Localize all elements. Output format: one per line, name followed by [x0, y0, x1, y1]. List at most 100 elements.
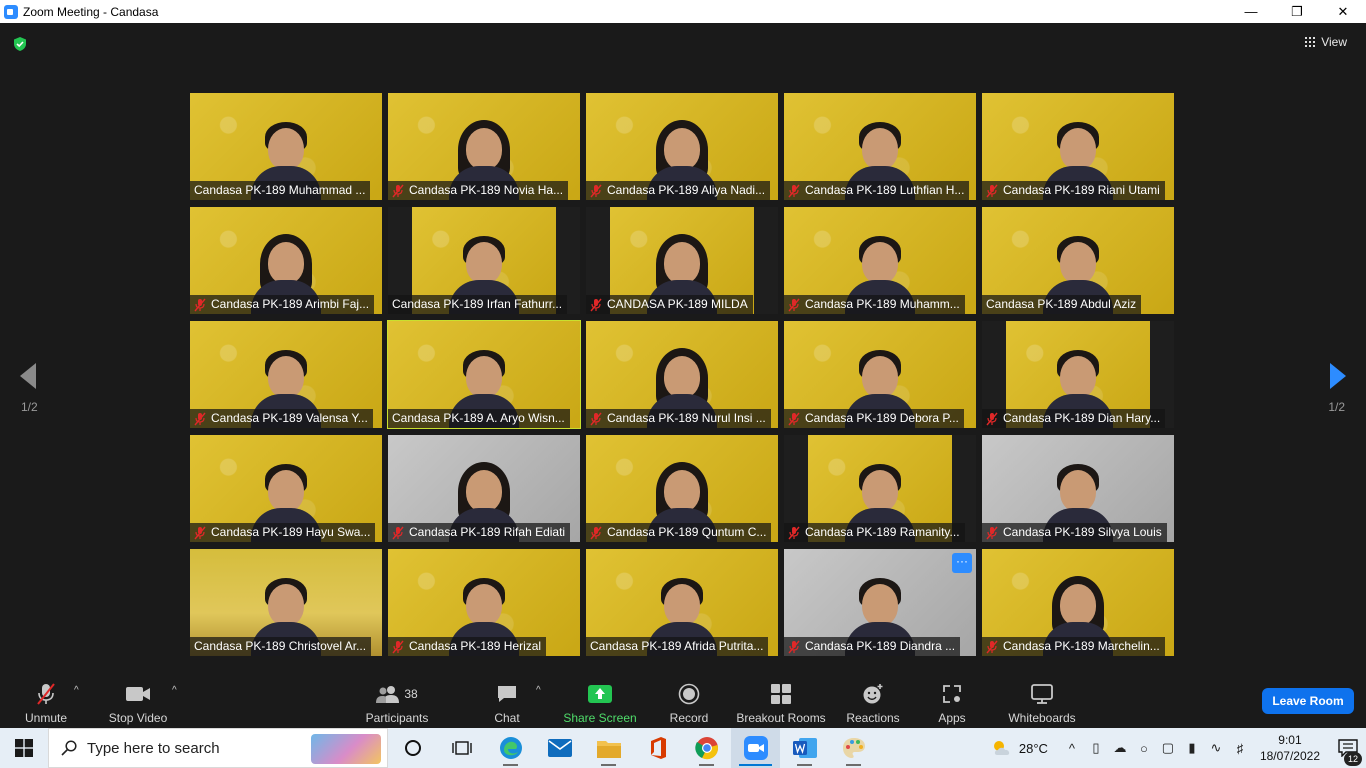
- close-button[interactable]: ✕: [1320, 0, 1366, 23]
- previous-page-arrow-icon[interactable]: [18, 361, 38, 391]
- show-hidden-icons-chevron-icon[interactable]: ^: [1060, 741, 1084, 756]
- microphone-tray-icon[interactable]: ○: [1132, 741, 1156, 756]
- participant-video-tile[interactable]: Candasa PK-189 A. Aryo Wisn...: [387, 320, 581, 429]
- participants-icon: [376, 686, 400, 703]
- participants-button[interactable]: 38 Participants: [366, 671, 428, 728]
- participant-name: Candasa PK-189 Dian Hary...: [1003, 411, 1161, 425]
- windows-taskbar: Type here to search 28°C ^ ▯ ☁ ○ ▢ ▮ ∿ ♯…: [0, 728, 1366, 768]
- participant-video-tile[interactable]: Candasa PK-189 Arimbi Faj...: [190, 207, 382, 314]
- participant-video-tile[interactable]: Candasa PK-189 Afrida Putrita...: [586, 549, 778, 656]
- view-button[interactable]: View: [1305, 35, 1347, 49]
- chat-label: Chat: [494, 711, 520, 725]
- restore-button[interactable]: ❐: [1274, 0, 1320, 23]
- volume-speaker-icon[interactable]: ♯: [1228, 741, 1252, 756]
- muted-mic-icon: [590, 184, 602, 197]
- participant-video-tile[interactable]: Candasa PK-189 Rifah Ediati: [388, 435, 580, 542]
- muted-mic-icon: [194, 412, 206, 425]
- zoom-taskbar-app[interactable]: [731, 728, 780, 768]
- participant-name: Candasa PK-189 Valensa Y...: [211, 411, 368, 425]
- notification-center-button[interactable]: 12: [1330, 739, 1366, 766]
- video-options-caret[interactable]: ^: [172, 685, 177, 696]
- chrome-taskbar-app[interactable]: [682, 728, 731, 768]
- windows-logo-icon: [15, 739, 33, 757]
- task-view-button[interactable]: [437, 728, 486, 768]
- participant-name-bar: Candasa PK-189 Muhammad ...: [190, 181, 371, 200]
- participant-video-tile[interactable]: Candasa PK-189 Christovel Ar...: [190, 549, 382, 656]
- security-shield-icon[interactable]: [12, 36, 28, 52]
- audio-options-caret[interactable]: ^: [74, 685, 79, 696]
- participant-count: 38: [404, 687, 418, 701]
- participant-video-tile[interactable]: Candasa PK-189 Riani Utami: [982, 93, 1174, 200]
- participant-video-tile[interactable]: Candasa PK-189 Muhamm...: [784, 207, 976, 314]
- participant-video-tile[interactable]: Candasa PK-189 Irfan Fathurr...: [388, 207, 580, 314]
- participant-name-bar: CANDASA PK-189 MILDA: [586, 295, 753, 314]
- participant-video-tile[interactable]: Candasa PK-189 Nurul Insi ...: [586, 321, 778, 428]
- whiteboards-label: Whiteboards: [1008, 711, 1076, 725]
- chrome-icon: [694, 737, 718, 760]
- chat-options-caret[interactable]: ^: [536, 685, 541, 696]
- video-camera-icon: [126, 687, 150, 701]
- participant-video-tile[interactable]: Candasa PK-189 Dian Hary...: [982, 321, 1174, 428]
- chat-button[interactable]: Chat: [490, 671, 524, 728]
- minimize-button[interactable]: —: [1228, 0, 1274, 23]
- apps-button[interactable]: Apps: [936, 671, 968, 728]
- participant-name-bar: Candasa PK-189 Arimbi Faj...: [190, 295, 375, 314]
- participant-video-tile[interactable]: Candasa PK-189 Aliya Nadi...: [586, 93, 778, 200]
- participant-video-tile[interactable]: Candasa PK-189 Debora P...: [784, 321, 976, 428]
- participant-video-tile[interactable]: Candasa PK-189 Quntum C...: [586, 435, 778, 542]
- stop-video-button[interactable]: Stop Video: [106, 671, 170, 728]
- usb-device-icon[interactable]: ▯: [1084, 740, 1108, 756]
- participant-video-tile[interactable]: CANDASA PK-189 MILDA: [586, 207, 778, 314]
- weather-widget[interactable]: 28°C: [991, 740, 1048, 756]
- unmute-button[interactable]: Unmute: [22, 671, 70, 728]
- participant-name-bar: Candasa PK-189 Debora P...: [784, 409, 964, 428]
- record-button[interactable]: Record: [668, 671, 710, 728]
- participant-video-tile[interactable]: Candasa PK-189 Novia Ha...: [388, 93, 580, 200]
- participant-name-bar: Candasa PK-189 Silvya Louis: [982, 523, 1167, 542]
- next-page-arrow-icon[interactable]: [1328, 361, 1348, 391]
- mail-taskbar-app[interactable]: [535, 728, 584, 768]
- taskbar-search-box[interactable]: Type here to search: [48, 728, 388, 768]
- taskbar-clock[interactable]: 9:01 18/07/2022: [1260, 732, 1320, 764]
- participant-video-tile[interactable]: Candasa PK-189 Silvya Louis: [982, 435, 1174, 542]
- participant-name: Candasa PK-189 Rifah Ediati: [409, 525, 566, 539]
- cortana-button[interactable]: [388, 728, 437, 768]
- battery-icon[interactable]: ▮: [1180, 740, 1204, 756]
- participant-video-tile[interactable]: Candasa PK-189 Valensa Y...: [190, 321, 382, 428]
- word-icon: [792, 738, 817, 758]
- stop-video-label: Stop Video: [108, 711, 168, 725]
- reactions-button[interactable]: Reactions: [846, 671, 900, 728]
- file-explorer-taskbar-app[interactable]: [584, 728, 633, 768]
- participant-video-tile[interactable]: Candasa PK-189 Luthfian H...: [784, 93, 976, 200]
- tile-more-options-button[interactable]: ···: [952, 553, 972, 573]
- participant-video-tile[interactable]: Candasa PK-189 Abdul Aziz: [982, 207, 1174, 314]
- participant-video-tile[interactable]: Candasa PK-189 Marchelin...: [982, 549, 1174, 656]
- muted-mic-icon: [986, 184, 998, 197]
- office-taskbar-app[interactable]: [633, 728, 682, 768]
- participant-video-tile[interactable]: Candasa PK-189 Ramanity...: [784, 435, 976, 542]
- partly-cloudy-weather-icon: [993, 741, 1010, 755]
- title-bar: Zoom Meeting - Candasa — ❐ ✕: [0, 0, 1366, 23]
- breakout-rooms-icon: [771, 684, 791, 704]
- share-screen-button[interactable]: Share Screen: [563, 671, 637, 728]
- grid-view-icon: [1305, 37, 1316, 47]
- edge-browser-taskbar-app[interactable]: [486, 728, 535, 768]
- start-button[interactable]: [0, 728, 48, 768]
- leave-room-button[interactable]: Leave Room: [1262, 688, 1354, 714]
- participant-video-tile[interactable]: Candasa PK-189 Hayu Swa...: [190, 435, 382, 542]
- participant-name-bar: Candasa PK-189 Aliya Nadi...: [586, 181, 771, 200]
- muted-mic-icon: [986, 412, 998, 425]
- participant-video-tile[interactable]: Candasa PK-189 Herizal: [388, 549, 580, 656]
- whiteboards-button[interactable]: Whiteboards: [1004, 671, 1080, 728]
- word-taskbar-app[interactable]: [780, 728, 829, 768]
- breakout-rooms-button[interactable]: Breakout Rooms: [736, 671, 826, 728]
- participant-video-tile[interactable]: ··· Candasa PK-189 Diandra ...: [784, 549, 976, 656]
- participant-video-tile[interactable]: Candasa PK-189 Muhammad ...: [190, 93, 382, 200]
- wifi-icon[interactable]: ∿: [1204, 740, 1228, 756]
- onedrive-cloud-icon[interactable]: ☁: [1108, 740, 1132, 756]
- participant-name: Candasa PK-189 Afrida Putrita...: [590, 639, 764, 653]
- meeting-area: View 1/2 1/2 Candasa PK-189 Muhammad ...…: [0, 23, 1366, 728]
- paint-taskbar-app[interactable]: [829, 728, 878, 768]
- edge-icon: [499, 737, 522, 759]
- display-tray-icon[interactable]: ▢: [1156, 740, 1180, 756]
